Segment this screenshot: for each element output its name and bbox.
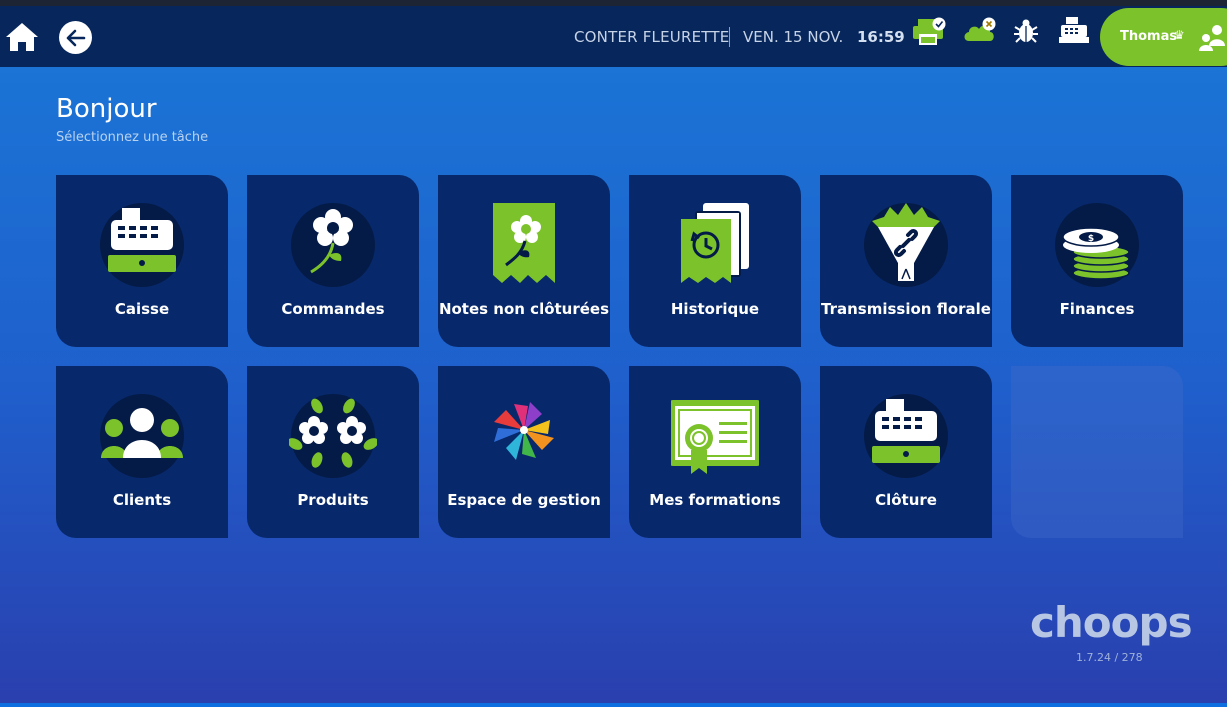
tile-caisse[interactable]: Caisse [56,175,228,347]
cash-register-icon[interactable] [1058,16,1090,44]
tile-transmission-florale[interactable]: Transmission florale [820,175,992,347]
bottom-edge [0,703,1227,707]
tile-label: Notes non clôturées [438,300,610,318]
tile-label: Commandes [281,300,385,318]
tile-empty-slot [1011,366,1183,538]
crown-icon: ♛ [1174,28,1185,42]
greeting-subtitle: Sélectionnez une tâche [56,130,209,145]
tile-label: Espace de gestion [447,491,601,509]
flower-note-icon [493,203,555,283]
cash-register-icon [864,394,948,478]
history-icon [681,203,749,283]
back-button[interactable] [59,21,92,54]
bug-icon[interactable] [1013,18,1039,44]
tile-finances[interactable]: $ Finances [1011,175,1183,347]
certificate-icon [671,400,759,474]
bouquet-link-icon [864,203,948,287]
user-name: Thomas [1120,29,1178,44]
tile-label: Clients [112,491,172,509]
printer-check-icon[interactable] [912,17,948,47]
tile-label: Produits [297,491,369,509]
tile-historique[interactable]: Historique [629,175,801,347]
flower-icon [291,203,375,287]
clients-icon [100,394,184,478]
home-icon [6,23,38,51]
svg-text:$: $ [1088,234,1094,244]
current-time: 16:59 [857,28,905,46]
tile-label: Transmission florale [821,300,991,318]
tile-produits[interactable]: Produits [247,366,419,538]
app-version: 1.7.24 / 278 [1076,651,1143,664]
current-date: VEN. 15 NOV. [743,28,844,46]
tile-label: Finances [1059,300,1135,318]
tile-label: Mes formations [649,491,781,509]
shop-name: CONTER FLEURETTE [574,28,730,46]
tile-label: Caisse [114,300,170,318]
tile-cloture[interactable]: Clôture [820,366,992,538]
tile-notes-non-cloturees[interactable]: Notes non clôturées [438,175,610,347]
tile-clients[interactable]: Clients [56,366,228,538]
tile-commandes[interactable]: Commandes [247,175,419,347]
tile-label: Clôture [875,491,937,509]
flowers-icon [289,394,377,478]
coins-icon: $ [1055,203,1139,287]
user-menu[interactable]: Thomas ♛ [1100,8,1227,66]
header-separator [729,27,730,47]
cash-register-icon [100,203,184,287]
back-arrow-icon [66,29,85,46]
cloud-x-icon[interactable] [962,17,998,45]
home-button[interactable] [5,22,39,52]
choops-logo: choops [1030,598,1193,647]
greeting-title: Bonjour [56,94,157,124]
tile-espace-de-gestion[interactable]: Espace de gestion [438,366,610,538]
tile-label: Historique [670,300,760,318]
top-bar: CONTER FLEURETTE VEN. 15 NOV. 16:59 Thom… [0,6,1227,67]
pinwheel-icon [494,402,554,460]
users-swap-icon [1199,25,1225,51]
tile-mes-formations[interactable]: Mes formations [629,366,801,538]
